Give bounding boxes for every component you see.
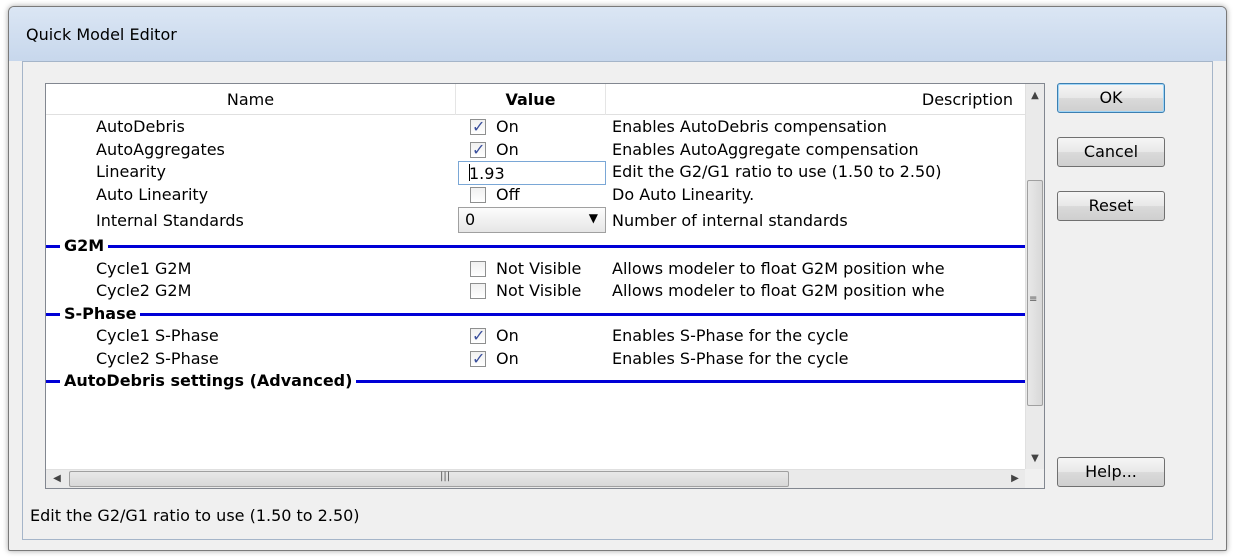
title-bar[interactable]: Quick Model Editor bbox=[9, 7, 1226, 61]
cycle2-g2m-checkbox[interactable] bbox=[470, 283, 486, 299]
row-description: Enables AutoAggregate compensation bbox=[612, 139, 919, 159]
row-description: Do Auto Linearity. bbox=[612, 184, 755, 204]
text-caret bbox=[469, 164, 470, 181]
horizontal-scrollbar[interactable]: ◀ ||| ▶ bbox=[46, 469, 1026, 488]
section-label: S-Phase bbox=[60, 303, 141, 323]
row-name: AutoAggregates bbox=[96, 139, 225, 159]
scroll-up-arrow-icon[interactable]: ▲ bbox=[1026, 86, 1044, 105]
grid-header: Name Value Description bbox=[46, 84, 1026, 115]
row-value: On bbox=[496, 326, 519, 345]
scroll-right-arrow-icon[interactable]: ▶ bbox=[1006, 470, 1024, 488]
section-label: G2M bbox=[60, 236, 109, 255]
scrollbar-corner bbox=[1025, 469, 1044, 488]
row-name: Cycle1 S-Phase bbox=[96, 326, 219, 345]
section-divider bbox=[46, 312, 1026, 316]
row-value: Not Visible bbox=[496, 258, 582, 278]
grid-row-cycle2-s-phase[interactable]: Cycle2 S-Phase On Enables S-Phase for th… bbox=[46, 348, 1026, 371]
dropdown-arrow-icon[interactable]: ▼ bbox=[589, 211, 598, 225]
row-description: Enables AutoDebris compensation bbox=[612, 117, 887, 136]
row-name: AutoDebris bbox=[96, 117, 185, 136]
row-description: Allows modeler to float G2M position whe bbox=[612, 258, 945, 278]
property-grid[interactable]: Name Value Description AutoDebris On Ena… bbox=[45, 83, 1045, 489]
section-header-autodebris-settings[interactable]: AutoDebris settings (Advanced) bbox=[46, 370, 1026, 393]
cycle2-s-phase-checkbox[interactable] bbox=[470, 349, 486, 368]
row-name: Auto Linearity bbox=[96, 184, 209, 204]
grid-row-autoaggregates[interactable]: AutoAggregates On Enables AutoAggregate … bbox=[46, 139, 1026, 162]
grid-row-linearity[interactable]: Linearity 1.93 Edit the G2/G1 ratio to u… bbox=[46, 161, 1026, 185]
row-description: Edit the G2/G1 ratio to use (1.50 to 2.5… bbox=[612, 162, 942, 181]
column-header-value[interactable]: Value bbox=[456, 84, 606, 115]
dialog-window: Quick Model Editor Name Value Descriptio… bbox=[8, 6, 1227, 551]
column-header-name[interactable]: Name bbox=[46, 84, 456, 115]
row-name: Cycle2 S-Phase bbox=[96, 348, 219, 368]
window-title: Quick Model Editor bbox=[26, 25, 177, 44]
grid-row-internal-standards[interactable]: Internal Standards 0 ▼ Number of interna… bbox=[46, 206, 1026, 235]
dialog-client-area: Name Value Description AutoDebris On Ena… bbox=[22, 61, 1213, 540]
reset-button[interactable]: Reset bbox=[1057, 191, 1165, 221]
scroll-grip-icon: ≡ bbox=[1029, 294, 1038, 305]
vertical-scrollbar[interactable]: ▲ ≡ ▼ bbox=[1025, 84, 1044, 470]
row-value: Not Visible bbox=[496, 281, 582, 300]
auto-linearity-checkbox[interactable] bbox=[470, 186, 486, 203]
cancel-button[interactable]: Cancel bbox=[1057, 137, 1165, 167]
row-value: On bbox=[496, 139, 519, 159]
status-text: Edit the G2/G1 ratio to use (1.50 to 2.5… bbox=[30, 506, 360, 525]
vertical-scroll-thumb[interactable] bbox=[1027, 180, 1043, 406]
internal-standards-select[interactable]: 0 ▼ bbox=[458, 207, 606, 233]
autoaggregates-checkbox[interactable] bbox=[470, 140, 486, 159]
cycle1-s-phase-checkbox[interactable] bbox=[470, 326, 486, 345]
section-divider bbox=[46, 245, 1026, 248]
grid-row-cycle1-s-phase[interactable]: Cycle1 S-Phase On Enables S-Phase for th… bbox=[46, 325, 1026, 348]
row-name: Cycle1 G2M bbox=[96, 258, 192, 278]
grid-row-autodebris[interactable]: AutoDebris On Enables AutoDebris compens… bbox=[46, 116, 1026, 139]
grid-rows: AutoDebris On Enables AutoDebris compens… bbox=[46, 116, 1026, 393]
scroll-grip-icon: ||| bbox=[440, 471, 451, 482]
linearity-input[interactable]: 1.93 bbox=[458, 161, 606, 185]
row-value: On bbox=[496, 348, 519, 368]
section-header-s-phase[interactable]: S-Phase bbox=[46, 303, 1026, 326]
row-value: Off bbox=[496, 184, 520, 204]
grid-row-cycle1-g2m[interactable]: Cycle1 G2M Not Visible Allows modeler to… bbox=[46, 258, 1026, 281]
linearity-input-value: 1.93 bbox=[469, 164, 505, 183]
grid-row-cycle2-g2m[interactable]: Cycle2 G2M Not Visible Allows modeler to… bbox=[46, 280, 1026, 303]
row-name: Internal Standards bbox=[96, 211, 244, 230]
section-header-g2m[interactable]: G2M bbox=[46, 235, 1026, 258]
row-description: Allows modeler to float G2M position whe bbox=[612, 281, 945, 300]
scroll-left-arrow-icon[interactable]: ◀ bbox=[48, 470, 66, 488]
row-value: On bbox=[496, 117, 519, 136]
column-header-description[interactable]: Description bbox=[606, 84, 1016, 115]
section-label: AutoDebris settings (Advanced) bbox=[60, 371, 357, 390]
help-button[interactable]: Help... bbox=[1057, 457, 1165, 487]
horizontal-scroll-thumb[interactable]: ||| bbox=[69, 471, 789, 487]
autodebris-checkbox[interactable] bbox=[470, 117, 486, 136]
scroll-down-arrow-icon[interactable]: ▼ bbox=[1026, 449, 1044, 468]
row-description: Enables S-Phase for the cycle bbox=[612, 348, 849, 368]
grid-row-auto-linearity[interactable]: Auto Linearity Off Do Auto Linearity. bbox=[46, 184, 1026, 207]
row-name: Cycle2 G2M bbox=[96, 281, 192, 300]
row-name: Linearity bbox=[96, 162, 166, 181]
select-value: 0 bbox=[465, 210, 476, 229]
ok-button[interactable]: OK bbox=[1057, 83, 1165, 113]
cycle1-g2m-checkbox[interactable] bbox=[470, 260, 486, 277]
row-description: Enables S-Phase for the cycle bbox=[612, 326, 849, 345]
row-description: Number of internal standards bbox=[612, 211, 848, 230]
